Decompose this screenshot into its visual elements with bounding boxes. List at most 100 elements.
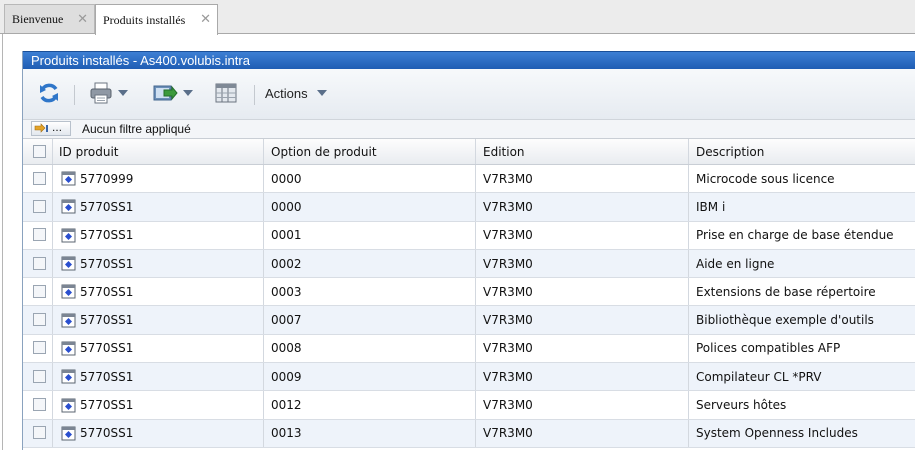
tab-label: Produits installés [103, 12, 186, 27]
cell-product-option: 0000 [271, 199, 302, 214]
column-divider [475, 306, 476, 334]
cell-product-id: 5770SS1 [61, 363, 133, 390]
row-checkbox[interactable] [33, 228, 46, 242]
cell-product-option: 0003 [271, 284, 302, 299]
column-divider [263, 221, 264, 249]
row-checkbox[interactable] [33, 256, 46, 270]
column-divider [263, 391, 264, 419]
row-checkbox[interactable] [33, 199, 46, 213]
cell-product-id: 5770999 [61, 165, 133, 192]
cell-description: Polices compatibles AFP [696, 341, 841, 356]
cell-product-id: 5770SS1 [61, 391, 133, 418]
chevron-down-icon [183, 90, 193, 96]
column-header-option[interactable]: Option de produit [271, 139, 377, 164]
product-icon [61, 284, 76, 299]
table-row[interactable]: 5770SS1 0007 V7R3M0 Bibliothèque exemple… [23, 306, 915, 335]
close-icon[interactable]: ✕ [77, 12, 88, 27]
product-id-text: 5770SS1 [80, 398, 134, 413]
installed-products-panel: Produits installés - As400.volubis.intra [22, 51, 915, 450]
panel-title: Produits installés - As400.volubis.intra [31, 53, 250, 68]
cell-product-id: 5770SS1 [61, 278, 133, 305]
close-icon[interactable]: ✕ [200, 12, 211, 27]
tab-produits-installes[interactable]: Produits installés ✕ [95, 4, 218, 35]
product-icon [61, 256, 76, 271]
column-divider [52, 221, 53, 249]
product-id-text: 5770SS1 [80, 426, 134, 441]
cell-product-id: 5770SS1 [61, 420, 133, 447]
tab-label: Bienvenue [12, 12, 64, 26]
table-row[interactable]: 5770999 0000 V7R3M0 Microcode sous licen… [23, 165, 915, 194]
product-id-text: 5770SS1 [80, 228, 134, 243]
column-divider [475, 419, 476, 447]
table-row[interactable]: 5770SS1 0013 V7R3M0 System Openness Incl… [23, 419, 915, 448]
row-checkbox[interactable] [33, 341, 46, 355]
column-divider [263, 306, 264, 334]
cell-product-option: 0007 [271, 313, 302, 328]
column-header-id[interactable]: ID produit [59, 139, 118, 164]
table-row[interactable]: 5770SS1 0003 V7R3M0 Extensions de base r… [23, 278, 915, 307]
table-row[interactable]: 5770SS1 0012 V7R3M0 Serveurs hôtes [23, 391, 915, 420]
column-divider [52, 139, 53, 164]
column-header-description[interactable]: Description [696, 139, 764, 164]
row-checkbox[interactable] [33, 171, 46, 185]
toolbar-separator [74, 85, 75, 105]
table-row[interactable]: 5770SS1 0001 V7R3M0 Prise en charge de b… [23, 221, 915, 250]
toolbar-separator [254, 85, 255, 105]
export-button[interactable] [152, 81, 193, 105]
product-icon [61, 369, 76, 384]
column-divider [688, 334, 689, 363]
row-checkbox[interactable] [33, 369, 46, 383]
column-divider [688, 139, 689, 164]
product-icon [61, 398, 76, 413]
columns-button[interactable] [214, 81, 238, 105]
refresh-icon [40, 83, 58, 103]
table-row[interactable]: 5770SS1 0002 V7R3M0 Aide en ligne [23, 249, 915, 279]
tab-bienvenue[interactable]: Bienvenue ✕ [4, 4, 95, 34]
table-columns-icon [215, 83, 237, 103]
column-divider [263, 334, 264, 363]
cell-edition: V7R3M0 [483, 341, 533, 356]
table-header-row: ID produit Option de produit Edition Des… [23, 138, 915, 165]
panel-title-bar: Produits installés - As400.volubis.intra [23, 51, 915, 69]
row-checkbox[interactable] [33, 313, 46, 327]
cell-edition: V7R3M0 [483, 369, 533, 384]
column-divider [52, 165, 53, 193]
cell-product-option: 0000 [271, 171, 302, 186]
product-icon [61, 341, 76, 356]
actions-menu-button[interactable]: Actions [265, 81, 327, 105]
row-checkbox[interactable] [33, 398, 46, 412]
print-button[interactable] [89, 81, 128, 105]
column-divider [475, 165, 476, 193]
product-icon [61, 171, 76, 186]
column-divider [688, 363, 689, 391]
printer-icon [90, 82, 112, 104]
column-divider [52, 193, 53, 221]
table-row[interactable]: 5770SS1 0009 V7R3M0 Compilateur CL *PRV [23, 363, 915, 392]
column-divider [688, 419, 689, 447]
refresh-button[interactable] [37, 81, 61, 105]
column-divider [52, 391, 53, 419]
row-checkbox[interactable] [33, 426, 46, 440]
filter-bar: … Aucun filtre appliqué [23, 119, 915, 138]
column-divider [475, 193, 476, 221]
row-checkbox[interactable] [33, 284, 46, 298]
tab-bar: Bienvenue ✕ Produits installés ✕ [0, 0, 915, 35]
column-divider [688, 193, 689, 221]
column-header-edition[interactable]: Edition [483, 139, 525, 164]
select-all-checkbox[interactable] [33, 144, 46, 158]
filter-button-label: … [52, 123, 62, 134]
column-divider [52, 249, 53, 278]
table-row[interactable]: 5770SS1 0000 V7R3M0 IBM i [23, 193, 915, 222]
cell-product-option: 0013 [271, 426, 302, 441]
column-divider [475, 139, 476, 164]
column-divider [688, 391, 689, 419]
column-divider [263, 165, 264, 193]
cell-description: Prise en charge de base étendue [696, 228, 894, 243]
cell-description: System Openness Includes [696, 426, 858, 441]
filter-button[interactable]: … [31, 121, 71, 136]
column-divider [52, 419, 53, 447]
cell-edition: V7R3M0 [483, 398, 533, 413]
table-body: 5770999 0000 V7R3M0 Microcode sous licen… [23, 165, 915, 448]
table-row[interactable]: 5770SS1 0008 V7R3M0 Polices compatibles … [23, 334, 915, 364]
column-divider [475, 278, 476, 306]
